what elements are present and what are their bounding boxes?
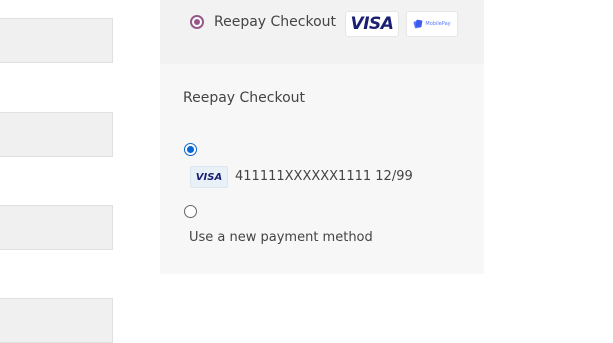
visa-card-icon: VISA [190, 166, 228, 188]
new-payment-method-radio[interactable] [184, 205, 197, 218]
form-field-3[interactable] [0, 205, 113, 250]
payment-method-radio[interactable] [190, 15, 204, 29]
form-field-4[interactable] [0, 298, 113, 343]
saved-card-label[interactable]: 411111XXXXXX1111 12/99 [235, 169, 413, 184]
saved-card-radio[interactable] [184, 143, 197, 156]
payment-method-label[interactable]: Reepay Checkout [214, 14, 336, 30]
mobilepay-logo-text: MobilePay [425, 21, 451, 27]
mobilepay-logo-icon: MobilePay [406, 11, 458, 37]
mobilepay-mark-icon [413, 19, 423, 29]
visa-logo-icon: VISA [345, 11, 399, 37]
payment-method-header: Reepay Checkout VISA MobilePay [160, 0, 484, 64]
payment-methods-panel: Reepay Checkout VISA MobilePay Reepay Ch… [160, 0, 484, 274]
new-payment-method-label[interactable]: Use a new payment method [189, 230, 373, 245]
section-title: Reepay Checkout [183, 90, 306, 106]
form-field-1[interactable] [0, 18, 113, 63]
form-field-2[interactable] [0, 112, 113, 157]
